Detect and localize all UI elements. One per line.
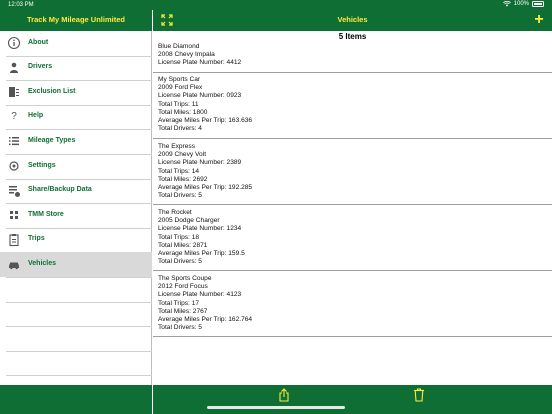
- sidebar-item-label: TMM Store: [28, 210, 64, 218]
- vehicle-row-blue-diamond[interactable]: Blue Diamond 2008 Chevy Impala License P…: [158, 43, 547, 68]
- battery-percent: 100%: [513, 1, 529, 7]
- page-title: Vehicles: [337, 15, 368, 24]
- status-time: 12:03 PM: [8, 1, 34, 8]
- home-indicator[interactable]: [207, 406, 345, 409]
- vehicle-name: The Rocket: [158, 209, 192, 216]
- divider: [6, 277, 152, 278]
- vehicle-plate: License Plate Number: 4123: [158, 291, 242, 299]
- vehicle-row-the-sports-coupe[interactable]: The Sports Coupe 2012 Ford Focus License…: [158, 275, 547, 332]
- person-icon: [10, 62, 18, 73]
- clipboard-icon: [9, 233, 19, 246]
- status-bar: 12:03 PM 100%: [0, 0, 552, 10]
- content-header: Vehicles +: [153, 10, 552, 31]
- vehicle-miles: Total Miles: 1800: [158, 108, 208, 116]
- sidebar-header: Track My Mileage Unlimited: [0, 10, 152, 31]
- vehicle-model: 2009 Chevy Volt: [158, 151, 207, 159]
- vehicle-drivers: Total Drivers: 5: [158, 192, 202, 200]
- divider: [6, 375, 152, 377]
- question-icon: ?: [11, 110, 17, 122]
- vehicle-plate: License Plate Number: 4412: [158, 59, 242, 67]
- vehicle-plate: License Plate Number: 2389: [158, 159, 242, 167]
- info-icon: [7, 36, 21, 50]
- sidebar-item-label: Share/Backup Data: [28, 186, 92, 194]
- divider: [6, 350, 152, 352]
- trash-icon[interactable]: [413, 388, 425, 402]
- bottom-toolbar: [153, 385, 552, 414]
- sidebar-item-label: Mileage Types: [28, 136, 76, 144]
- vehicle-avg: Average Miles Per Trip: 163.636: [158, 117, 253, 125]
- sidebar: About Drivers Exclusion List ? Help Mile…: [0, 31, 152, 385]
- vehicle-plate: License Plate Number: 1234: [158, 225, 242, 233]
- sidebar-item-help[interactable]: ? Help: [0, 105, 152, 130]
- sidebar-item-label: Trips: [28, 235, 45, 243]
- vehicle-row-my-sports-car[interactable]: My Sports Car 2009 Ford Flex License Pla…: [158, 76, 547, 133]
- divider: [6, 301, 152, 303]
- store-icon: [10, 211, 18, 220]
- vehicle-drivers: Total Drivers: 4: [158, 125, 202, 133]
- sidebar-item-mileage-types[interactable]: Mileage Types: [0, 129, 152, 154]
- sidebar-item-vehicles[interactable]: Vehicles: [0, 252, 152, 277]
- sidebar-item-exclusion-list[interactable]: Exclusion List: [0, 80, 152, 105]
- divider: [6, 326, 152, 328]
- vehicle-trips: Total Trips: 11: [158, 100, 199, 108]
- app-title: Track My Mileage Unlimited: [27, 15, 125, 24]
- gear-icon: [9, 161, 19, 171]
- sidebar-item-trips[interactable]: Trips: [0, 228, 152, 253]
- vehicle-plate: License Plate Number: 0923: [158, 92, 242, 100]
- vehicle-model: 2009 Ford Flex: [158, 84, 203, 92]
- vehicle-miles: Total Miles: 2692: [158, 175, 208, 183]
- sidebar-item-label: Exclusion List: [28, 87, 76, 95]
- vehicle-avg: Average Miles Per Trip: 159.5: [158, 250, 245, 258]
- vehicle-miles: Total Miles: 2871: [158, 241, 208, 249]
- vehicle-name: The Sports Coupe: [158, 275, 212, 282]
- app-window: 12:03 PM 100% Track My Mileage Unlimited…: [0, 0, 552, 414]
- vehicle-name: My Sports Car: [158, 76, 201, 83]
- divider: [153, 138, 552, 139]
- vehicle-avg: Average Miles Per Trip: 162.764: [158, 316, 253, 324]
- vehicle-drivers: Total Drivers: 5: [158, 258, 202, 266]
- list-icon: [9, 137, 19, 146]
- wifi-icon: [502, 1, 511, 7]
- items-count: 5 Items: [338, 32, 367, 41]
- vehicle-name: The Express: [158, 143, 196, 150]
- add-vehicle-button[interactable]: +: [532, 12, 546, 28]
- vehicle-model: 2012 Ford Focus: [158, 283, 208, 291]
- vehicle-row-the-rocket[interactable]: The Rocket 2005 Dodge Charger License Pl…: [158, 209, 547, 266]
- sidebar-item-label: Help: [28, 112, 44, 120]
- vehicle-trips: Total Trips: 14: [158, 167, 200, 175]
- vehicle-avg: Average Miles Per Trip: 192.285: [158, 184, 253, 192]
- divider: [153, 204, 552, 205]
- sidebar-item-settings[interactable]: Settings: [0, 154, 152, 179]
- sidebar-item-label: Drivers: [28, 63, 53, 71]
- sidebar-item-about[interactable]: About: [0, 31, 152, 56]
- battery-icon: [532, 1, 544, 7]
- vehicle-row-the-express[interactable]: The Express 2009 Chevy Volt License Plat…: [158, 143, 547, 200]
- sidebar-item-share-backup[interactable]: Share/Backup Data: [0, 179, 152, 204]
- vehicle-drivers: Total Drivers: 5: [158, 324, 202, 332]
- sidebar-item-label: Vehicles: [28, 259, 57, 267]
- car-icon: [9, 262, 19, 270]
- vehicle-model: 2005 Dodge Charger: [158, 217, 220, 225]
- vehicle-model: 2008 Chevy Impala: [158, 51, 215, 59]
- status-indicators: 100%: [502, 1, 544, 7]
- vehicle-trips: Total Trips: 18: [158, 233, 200, 241]
- divider: [153, 270, 552, 271]
- sidebar-item-tmm-store[interactable]: TMM Store: [0, 203, 152, 228]
- share-backup-icon: [9, 185, 20, 197]
- vehicle-name: Blue Diamond: [158, 43, 200, 50]
- sidebar-item-drivers[interactable]: Drivers: [0, 56, 152, 81]
- sidebar-item-label: About: [28, 38, 49, 46]
- vehicle-miles: Total Miles: 2767: [158, 307, 208, 315]
- sidebar-footer: [0, 385, 152, 414]
- exclusion-list-icon: [9, 87, 19, 98]
- vehicle-trips: Total Trips: 17: [158, 299, 200, 307]
- sidebar-item-label: Settings: [28, 161, 56, 169]
- vehicle-list: 5 Items Blue Diamond 2008 Chevy Impala L…: [153, 31, 552, 385]
- share-icon[interactable]: [278, 388, 290, 402]
- divider: [153, 336, 552, 337]
- divider: [153, 72, 552, 73]
